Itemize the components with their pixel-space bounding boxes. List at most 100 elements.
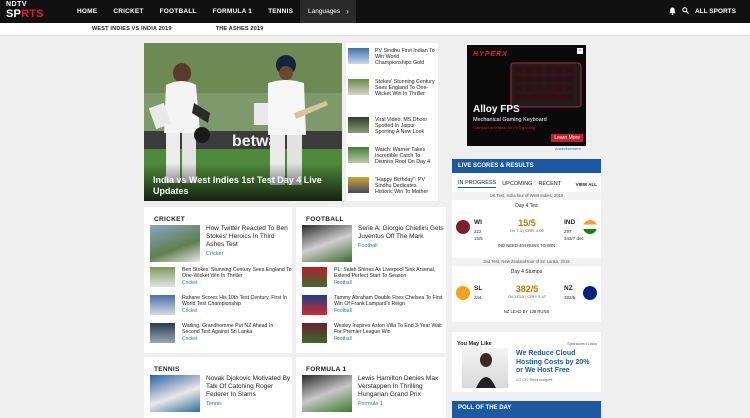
story-title[interactable]: How Twitter Reacted To Ben Stokes' Heroi… (206, 225, 292, 249)
nav-home[interactable]: HOME (77, 8, 97, 15)
tab-upcoming[interactable]: UPCOMING (502, 181, 532, 187)
side-story[interactable]: PV Sindhu First Indian To Win World Cham… (348, 48, 435, 67)
formula1-section: FORMULA 1 Lewis Hamilton Denies Max Vers… (296, 357, 446, 418)
story-title[interactable]: PV Sindhu First Indian To Win World Cham… (375, 48, 435, 67)
side-story[interactable]: Viral Video: MS Dhoni Spotted In Jaipur … (348, 117, 435, 136)
side-story[interactable]: Watch: Warner Takes Incredible Catch To … (348, 147, 435, 166)
story-title[interactable]: Novak Djokovic Motivated By Talk Of Catc… (206, 375, 292, 399)
section-heading: You May Like (457, 341, 492, 347)
story-title[interactable]: Rahane Scores His 10th Test Century, Fir… (182, 295, 292, 308)
wi-flag-icon (456, 220, 470, 234)
story-tag[interactable]: Cricket (182, 280, 292, 286)
list-item[interactable]: Watling, Grandhomme Put NZ Ahead In Seco… (150, 323, 292, 343)
story-title[interactable]: "Happy Birthday": PV Sindhu Dedicates Hi… (375, 177, 435, 196)
section-heading[interactable]: FORMULA 1 (306, 366, 346, 373)
lead-story[interactable]: Novak Djokovic Motivated By Talk Of Catc… (150, 375, 292, 412)
all-sports-link[interactable]: ALL SPORTS (695, 8, 736, 15)
story-title[interactable]: Lewis Hamilton Denies Max Verstappen In … (358, 375, 444, 399)
team1-score-2: 15/5 (474, 236, 483, 241)
nav-tennis[interactable]: TENNIS (268, 8, 293, 15)
ad-cta-button[interactable]: Learn More (551, 134, 583, 142)
ad-label: Advertisement (555, 146, 581, 151)
story-tag[interactable]: Football (334, 280, 444, 286)
logo-main-text: SPRTS (6, 8, 44, 20)
poll-header[interactable]: POLL OF THE DAY (452, 401, 601, 418)
view-all-link[interactable]: VIEW ALL (576, 182, 597, 187)
lead-story[interactable]: How Twitter Reacted To Ben Stokes' Heroi… (150, 225, 292, 262)
cricket-section: CRICKET How Twitter Reacted To Ben Stoke… (144, 207, 292, 353)
list-item[interactable]: Wesley Inspires Aston Villa To End 3-Yea… (302, 323, 444, 343)
story-tag[interactable]: Football (334, 308, 444, 314)
chevron-right-icon: › (346, 7, 349, 16)
language-selector[interactable]: Languages › (300, 0, 356, 23)
team2-score: 297 (564, 229, 572, 234)
sponsor-title[interactable]: We Reduce Cloud Hosting Costs by 20% or … (516, 350, 598, 376)
team1-name: WI (474, 219, 482, 226)
story-tag[interactable]: Cricket (182, 336, 292, 342)
bell-icon[interactable] (669, 7, 676, 17)
tennis-section: TENNIS Novak Djokovic Motivated By Talk … (144, 357, 292, 418)
team1-score: 222 (474, 229, 482, 234)
subnav-wi-vs-ind[interactable]: WEST INDIES VS INDIA 2019 (92, 26, 172, 32)
tab-recent[interactable]: RECENT (538, 181, 561, 187)
side-stories: PV Sindhu First Indian To Win World Cham… (346, 43, 438, 201)
team1-name: SL (474, 285, 483, 292)
story-title[interactable]: Watling, Grandhomme Put NZ Ahead In Seco… (182, 323, 292, 336)
search-icon[interactable] (682, 7, 689, 16)
ad-close-icon[interactable]: × (577, 48, 583, 54)
top-nav: NDTV SPRTS HOME CRICKET FOOTBALL FORMULA… (0, 0, 750, 23)
side-story[interactable]: "Happy Birthday": PV Sindhu Dedicates Hi… (348, 177, 435, 196)
story-title[interactable]: Serie A: Giorgio Chiellini Gets Juventus… (358, 225, 444, 241)
lead-story[interactable]: Lewis Hamilton Denies Max Verstappen In … (302, 375, 444, 412)
score-tabs: IN PROGRESS UPCOMING RECENT VIEW ALL (452, 179, 601, 189)
nav-football[interactable]: FOOTBALL (160, 8, 197, 15)
match-note: IND NEED 404 RUNS TO WIN (497, 243, 556, 248)
story-tag[interactable]: Cricket (206, 250, 292, 258)
current-score-sub: Ov 7.3 | CRR: 2.00 (510, 228, 544, 233)
list-item[interactable]: Tammy Abraham Double Fires Chelsea To Fi… (302, 295, 444, 315)
sl-flag-icon (456, 286, 470, 300)
widget-title[interactable]: LIVE SCORES & RESULTS (452, 159, 601, 173)
nav-right: ALL SPORTS (669, 0, 736, 23)
match-card[interactable]: 2nd Test, New Zealand tour of Sri Lanka,… (452, 258, 601, 314)
advertisement-banner[interactable]: HYPERX Alloy FPS Mechanical Gaming Keybo… (467, 45, 586, 146)
match-note: NZ LEAD BY 138 RUNS (503, 309, 550, 314)
section-heading[interactable]: TENNIS (154, 366, 180, 373)
section-heading[interactable]: FOOTBALL (306, 216, 344, 223)
current-score-value: 15/5 (518, 218, 536, 228)
india-flag-icon (583, 220, 597, 234)
subnav-ashes[interactable]: THE ASHES 2019 (216, 26, 264, 32)
list-item[interactable]: Ben Stokes' Stunning Century Sees Englan… (150, 267, 292, 287)
section-heading[interactable]: CRICKET (154, 216, 185, 223)
team2-score-2: 343/7 dec (564, 236, 584, 241)
story-tag[interactable]: Football (358, 242, 444, 250)
story-thumbnail (348, 79, 369, 95)
story-thumbnail (150, 323, 175, 343)
lead-story[interactable]: Serie A: Giorgio Chiellini Gets Juventus… (302, 225, 444, 262)
story-title[interactable]: Tammy Abraham Double Fires Chelsea To Fi… (334, 295, 444, 308)
match-card[interactable]: 1st Test, India tour of West Indies, 201… (452, 192, 601, 248)
story-tag[interactable]: Formula 1 (358, 400, 444, 408)
story-title[interactable]: Stokes' Stunning Century Sees England To… (375, 79, 435, 98)
story-title[interactable]: Viral Video: MS Dhoni Spotted In Jaipur … (375, 117, 435, 136)
story-title[interactable]: Ben Stokes' Stunning Century Sees Englan… (182, 267, 292, 280)
hero-title[interactable]: India vs West Indies 1st Test Day 4 Live… (153, 175, 342, 197)
nav-cricket[interactable]: CRICKET (113, 8, 143, 15)
sponsor-thumbnail[interactable] (462, 348, 508, 388)
nav-formula1[interactable]: FORMULA 1 (213, 8, 252, 15)
story-title[interactable]: PL: Salah Shines As Liverpool Sink Arsen… (334, 267, 444, 280)
sponsored-label[interactable]: Sponsored Links (567, 341, 597, 346)
list-item[interactable]: Rahane Scores His 10th Test Century, Fir… (150, 295, 292, 315)
hero-story[interactable]: betwa India vs West Indies 1st Test Day … (144, 43, 342, 201)
match-score-row: WI 222 15/5 15/5 Ov 7.3 | CRR: 2.00 IND … (452, 209, 601, 243)
story-thumbnail (302, 375, 352, 412)
side-story[interactable]: Stokes' Stunning Century Sees England To… (348, 79, 435, 98)
story-tag[interactable]: Football (334, 336, 444, 342)
story-tag[interactable]: Cricket (182, 308, 292, 314)
story-title[interactable]: Wesley Inspires Aston Villa To End 3-Yea… (334, 323, 444, 336)
tab-in-progress[interactable]: IN PROGRESS (458, 180, 497, 188)
site-logo[interactable]: NDTV SPRTS (0, 0, 52, 23)
story-tag[interactable]: Tennis (206, 400, 292, 408)
list-item[interactable]: PL: Salah Shines As Liverpool Sink Arsen… (302, 267, 444, 287)
story-title[interactable]: Watch: Warner Takes Incredible Catch To … (375, 147, 435, 166)
